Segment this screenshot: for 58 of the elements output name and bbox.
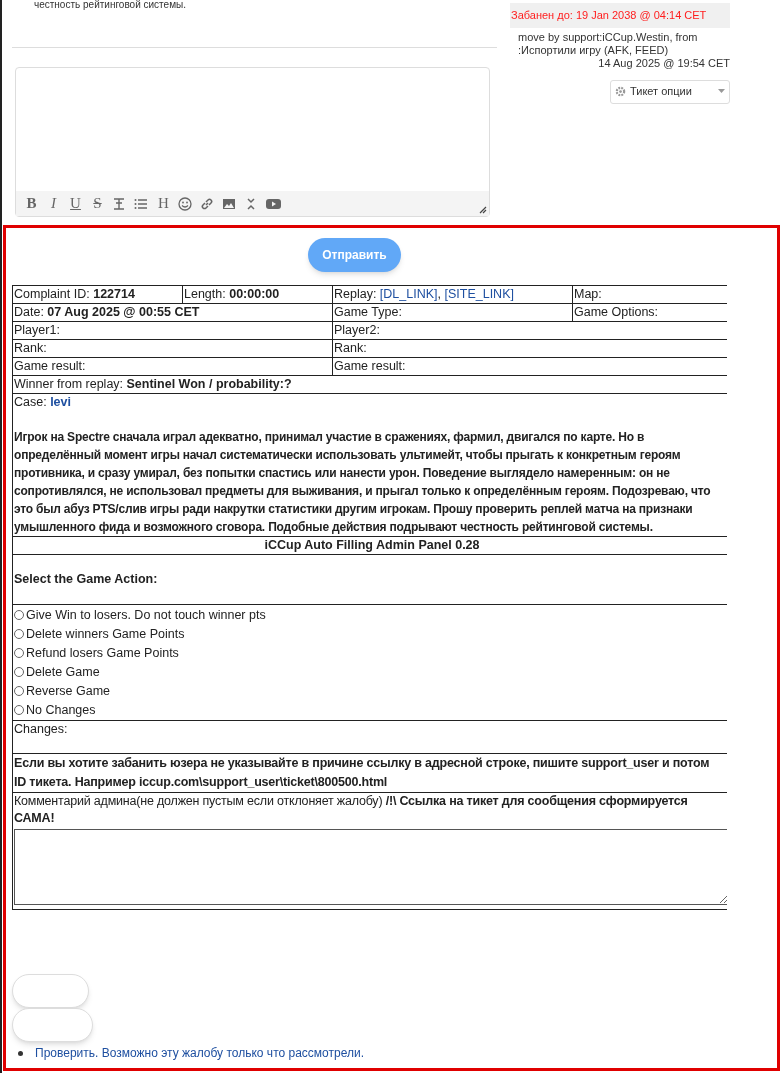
link-icon[interactable] bbox=[200, 196, 215, 211]
case-link[interactable]: levi bbox=[50, 395, 71, 409]
format-button[interactable]: H bbox=[156, 192, 171, 215]
field-label: Game Type: bbox=[334, 305, 402, 319]
list-icon[interactable] bbox=[134, 196, 149, 211]
comment-field[interactable] bbox=[14, 829, 727, 905]
editor-field[interactable]: B I U S H bbox=[15, 67, 490, 217]
complaint-text: Игрок на Spectre сначала играл адекватно, принимал участие в сражениях, фармил, двигался по карте. Но в определённый момент игры начал систематически использовать ультимейт, чтобы прыгать к конкретным героям противника, и сразу умирал, без попытки спастись или нанести урон. Поведение выглядело намеренным: он не сопротивлялся, не использовал предметы для выживания, и прыгал только к определённым героям. Подозреваю, что это был абуз PTS/слив игры ради накрутки статистики другим игрокам. Прошу проверить реплей матча на признаки умышленного фида и возможного сговора. Подобные действия подрывают честность рейтинговой системы. bbox=[14, 429, 712, 536]
field-label: Player1: bbox=[14, 323, 60, 337]
replay-link[interactable]: [SITE_LINK] bbox=[444, 287, 514, 301]
panel-title: iCCup Auto Filling Admin Panel 0.28 bbox=[13, 537, 727, 555]
radio-option[interactable]: Reverse Game bbox=[14, 682, 727, 701]
case-label: Case: bbox=[14, 395, 48, 409]
post-text: честность рейтинговой системы. bbox=[34, 0, 186, 10]
radio-option[interactable]: Refund losers Game Points bbox=[14, 644, 727, 663]
field-value: Sentinel Won / probability:? bbox=[126, 377, 292, 391]
field-label: Complaint ID: bbox=[14, 287, 91, 301]
bullet-icon bbox=[18, 1050, 23, 1056]
caret-icon bbox=[718, 89, 725, 94]
field-label: Player2: bbox=[334, 323, 380, 337]
field-label: Rank: bbox=[334, 341, 367, 355]
ticket-date: 14 Aug 2025 @ 19:54 CET bbox=[597, 56, 730, 70]
separator-text: , bbox=[437, 287, 442, 301]
field-label: Length: bbox=[184, 287, 227, 301]
field-label: Replay: bbox=[334, 287, 378, 301]
ticket-options-select[interactable]: Тикет опции bbox=[610, 79, 730, 104]
radio-option[interactable]: Delete Game bbox=[14, 663, 727, 682]
image-icon[interactable] bbox=[222, 196, 237, 211]
field-label: Game Options: bbox=[574, 305, 659, 319]
gear-icon bbox=[615, 86, 626, 97]
radio-option[interactable]: No Changes bbox=[14, 701, 727, 720]
field-value: 07 Aug 2025 @ 00:55 CET bbox=[47, 305, 200, 319]
format-button[interactable]: I bbox=[46, 192, 61, 215]
action-heading: Select the Game Action: bbox=[14, 571, 158, 588]
video-play-icon[interactable] bbox=[266, 196, 281, 211]
format-button[interactable]: S bbox=[90, 192, 105, 215]
radio-option[interactable]: Delete winners Game Points bbox=[14, 625, 727, 644]
format-button[interactable]: B bbox=[24, 192, 39, 215]
field-label: Map: bbox=[574, 287, 602, 301]
field-label: Winner from replay: bbox=[14, 377, 125, 391]
resize-handle-icon[interactable] bbox=[479, 206, 487, 214]
field-label: Game result: bbox=[334, 359, 406, 373]
smiley-icon[interactable] bbox=[178, 196, 193, 211]
field-label: Game result: bbox=[14, 359, 86, 373]
check-link[interactable]: Проверить. Возможно эту жалобу только что рассмотрели. bbox=[35, 1044, 364, 1062]
move-note: move by support:iCCup.Westin, from :Испортили игру (AFK, FEED) bbox=[517, 30, 699, 57]
comment-label: Комментарий админа(не должен пустым если отклоняет жалобу) /!\ Ссылка на тикет для сообщения сформируется САМА! bbox=[14, 793, 689, 827]
ban-notice: Забанен до: 19 Jan 2038 @ 04:14 CET bbox=[510, 3, 730, 28]
field-label: Date: bbox=[14, 305, 45, 319]
ban-hint-text: Если вы хотите забанить юзера не указывайте в причине ссылку в адресной строке, пишите support_user и потом ID тикета. Например iccup.com\support_user\ticket\800500.html bbox=[13, 754, 727, 793]
changes-label: Changes: bbox=[14, 721, 69, 738]
field-label: Rank: bbox=[14, 341, 47, 355]
field-value: 00:00:00 bbox=[229, 287, 280, 301]
replay-link[interactable]: [DL_LINK] bbox=[379, 287, 438, 301]
radio-option[interactable]: Give Win to losers. Do not touch winner pts bbox=[14, 606, 727, 625]
text-height-icon[interactable] bbox=[112, 196, 127, 211]
field-value: 122714 bbox=[93, 287, 135, 301]
format-button[interactable]: U bbox=[68, 192, 83, 215]
